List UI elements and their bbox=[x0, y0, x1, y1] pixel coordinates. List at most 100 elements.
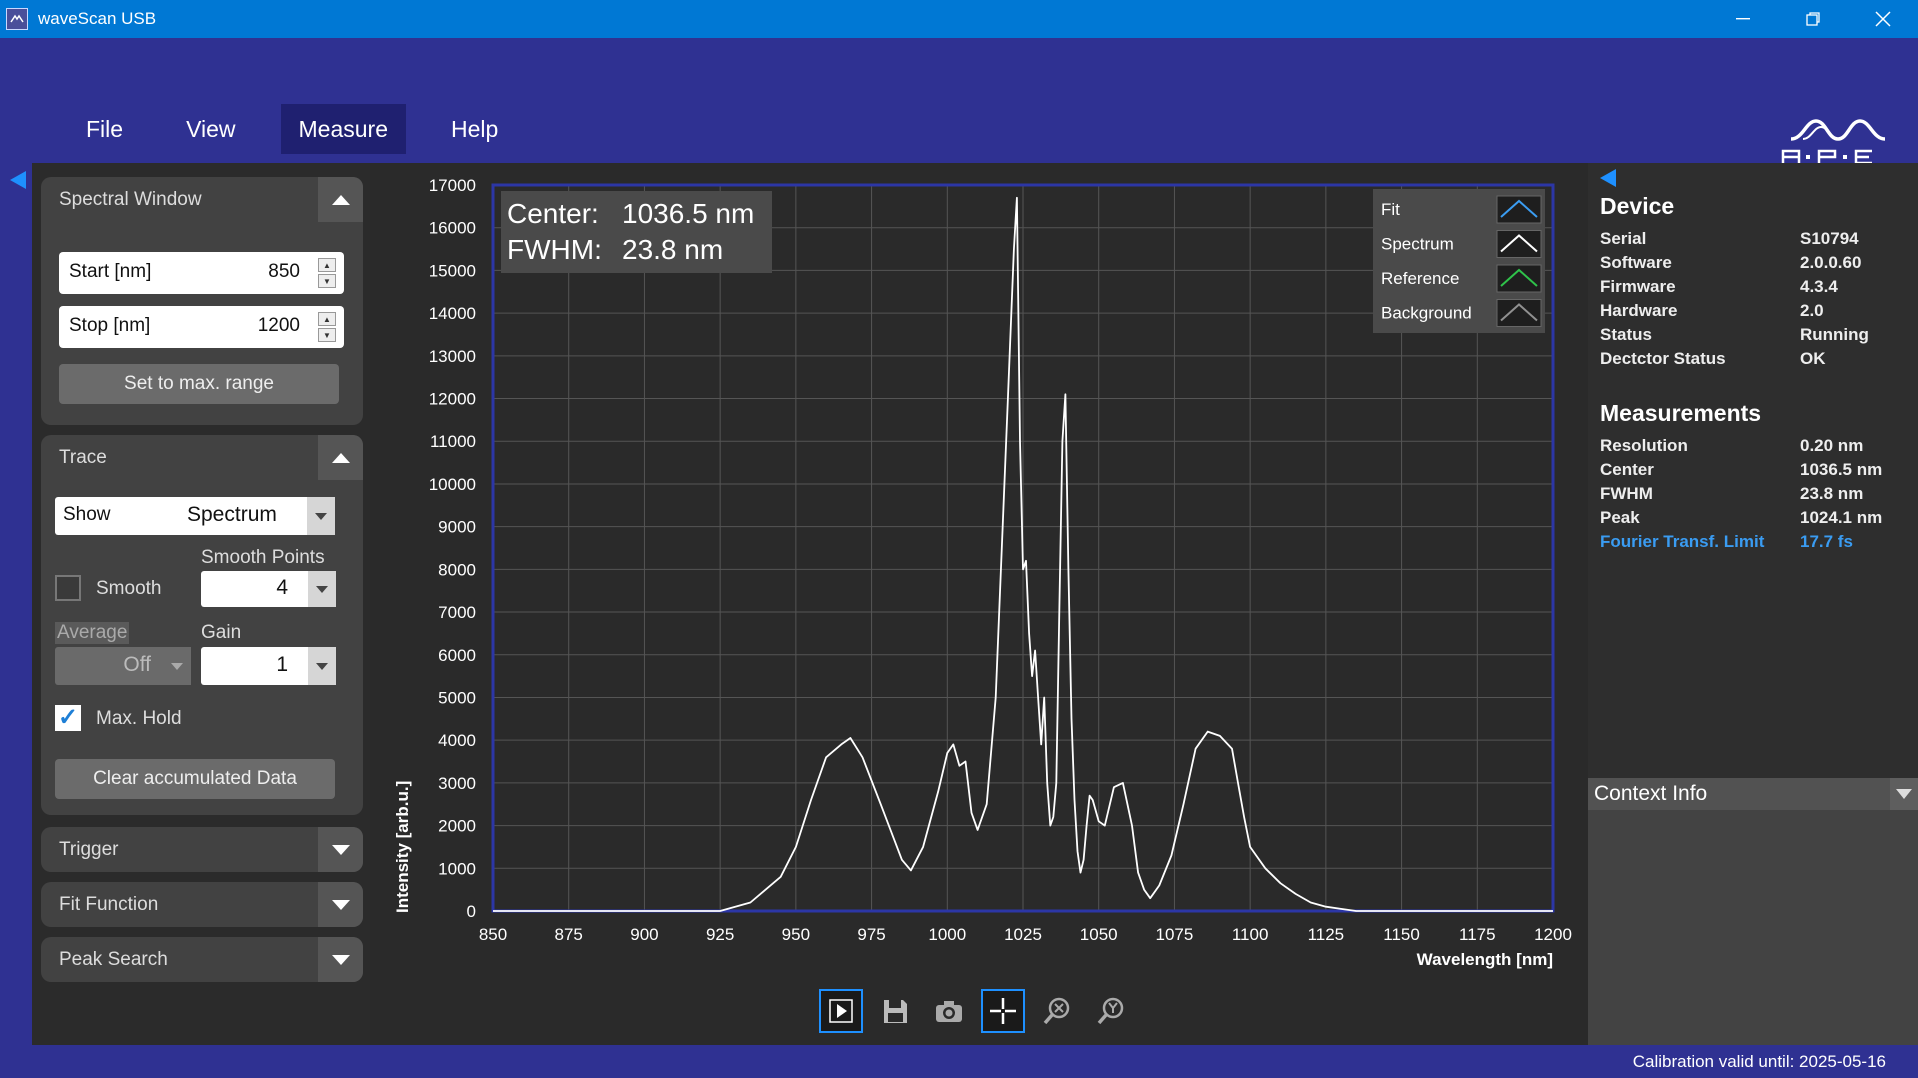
window-title: waveScan USB bbox=[38, 9, 157, 28]
section-title: Spectral Window bbox=[59, 189, 202, 210]
close-icon[interactable] bbox=[1848, 0, 1918, 38]
expand-peak-button[interactable] bbox=[318, 937, 363, 982]
chevron-down-icon bbox=[316, 662, 328, 670]
dropdown-button[interactable] bbox=[308, 571, 336, 607]
camera-icon[interactable] bbox=[927, 989, 971, 1033]
start-spinner[interactable]: ▲ ▼ bbox=[318, 257, 336, 289]
device-title: Device bbox=[1600, 193, 1675, 219]
trace-header[interactable]: Trace bbox=[41, 435, 363, 480]
menu-measure[interactable]: Measure bbox=[280, 104, 406, 154]
chevron-down-icon bbox=[315, 512, 327, 520]
x-tick-label: 1175 bbox=[1459, 925, 1496, 944]
crosshair-icon[interactable] bbox=[981, 989, 1025, 1033]
y-tick-label: 14000 bbox=[429, 304, 476, 323]
start-value[interactable]: 850 bbox=[268, 261, 300, 283]
expand-context-button[interactable] bbox=[1890, 778, 1918, 810]
title-bar: waveScan USB bbox=[0, 0, 1918, 38]
y-tick-label: 4000 bbox=[438, 731, 476, 750]
show-select[interactable]: Show Spectrum bbox=[55, 497, 335, 535]
y-tick-label: 13000 bbox=[429, 347, 476, 366]
x-tick-label: 1150 bbox=[1383, 925, 1420, 944]
y-tick-label: 5000 bbox=[438, 688, 476, 707]
collapse-spectral-button[interactable] bbox=[318, 177, 363, 222]
menu-view[interactable]: View bbox=[168, 104, 253, 154]
section-title: Trigger bbox=[59, 839, 119, 860]
max-hold-checkbox[interactable]: ✓ bbox=[55, 705, 81, 731]
info-key: Peak bbox=[1600, 508, 1640, 527]
save-icon[interactable] bbox=[873, 989, 917, 1033]
context-info-panel: Context Info bbox=[1588, 778, 1918, 1045]
smooth-checkbox[interactable] bbox=[55, 575, 81, 601]
stop-value[interactable]: 1200 bbox=[258, 315, 300, 337]
y-tick-label: 11000 bbox=[430, 432, 476, 451]
collapse-trace-button[interactable] bbox=[318, 435, 363, 480]
info-value: 23.8 nm bbox=[1800, 484, 1864, 503]
context-info-title: Context Info bbox=[1594, 782, 1708, 805]
y-axis-label: Intensity [arb.u.] bbox=[393, 781, 412, 913]
info-key: FWHM bbox=[1600, 484, 1653, 503]
zoom-y-icon[interactable] bbox=[1089, 989, 1133, 1033]
info-value: 17.7 fs bbox=[1800, 532, 1853, 551]
restore-icon[interactable] bbox=[1778, 0, 1848, 38]
legend-entry-label: Background bbox=[1381, 304, 1472, 323]
set-max-range-button[interactable]: Set to max. range bbox=[59, 364, 339, 404]
x-tick-label: 875 bbox=[555, 925, 583, 944]
play-icon[interactable] bbox=[819, 989, 863, 1033]
spin-up-icon[interactable]: ▲ bbox=[318, 312, 336, 326]
collapse-right-icon[interactable] bbox=[1600, 169, 1616, 187]
x-tick-label: 950 bbox=[782, 925, 810, 944]
x-tick-label: 975 bbox=[857, 925, 885, 944]
smooth-points-label: Smooth Points bbox=[201, 547, 325, 568]
section-title: Peak Search bbox=[59, 949, 168, 970]
x-tick-label: 925 bbox=[706, 925, 734, 944]
y-tick-label: 12000 bbox=[429, 390, 476, 409]
spectral-window-header[interactable]: Spectral Window bbox=[41, 177, 363, 222]
info-key: Status bbox=[1600, 325, 1652, 344]
spin-down-icon[interactable]: ▼ bbox=[318, 328, 336, 342]
menu-help[interactable]: Help bbox=[433, 104, 516, 154]
fwhm-annotation-value: 23.8 nm bbox=[622, 234, 723, 265]
spectrum-chart[interactable]: 850 875 900 925 950 975 1000 1025 1050 1075 1100 11… bbox=[370, 163, 1588, 989]
context-info-header[interactable]: Context Info bbox=[1588, 778, 1918, 810]
dropdown-button[interactable] bbox=[163, 647, 191, 685]
stop-spinner[interactable]: ▲ ▼ bbox=[318, 311, 336, 343]
expand-trigger-button[interactable] bbox=[318, 827, 363, 872]
fit-function-section[interactable]: Fit Function bbox=[41, 882, 363, 927]
y-tick-label: 17000 bbox=[429, 176, 476, 195]
legend-entry-label: Reference bbox=[1381, 269, 1459, 288]
menu-file[interactable]: File bbox=[68, 104, 141, 154]
average-value: Off bbox=[123, 653, 151, 676]
chevron-down-icon bbox=[316, 585, 328, 593]
zoom-x-icon[interactable] bbox=[1035, 989, 1079, 1033]
info-value: 1036.5 nm bbox=[1800, 460, 1883, 479]
y-tick-label: 6000 bbox=[438, 646, 476, 665]
info-key: Center bbox=[1600, 460, 1654, 479]
x-tick-label: 850 bbox=[479, 925, 507, 944]
fwhm-annotation-label: FWHM: bbox=[507, 234, 602, 265]
gain-select[interactable]: 1 bbox=[201, 647, 336, 685]
status-bar: Calibration valid until: 2025-05-16 bbox=[0, 1045, 1918, 1078]
y-tick-label: 3000 bbox=[438, 774, 476, 793]
clear-accumulated-button[interactable]: Clear accumulated Data bbox=[55, 759, 335, 799]
dropdown-button[interactable] bbox=[307, 497, 335, 535]
average-select[interactable]: Off bbox=[55, 647, 191, 685]
smooth-points-value: 4 bbox=[276, 576, 288, 599]
y-tick-label: 9000 bbox=[438, 518, 476, 537]
spin-down-icon[interactable]: ▼ bbox=[318, 274, 336, 288]
plot-toolbar bbox=[370, 989, 1588, 1037]
info-key: Resolution bbox=[1600, 436, 1688, 455]
expand-fit-button[interactable] bbox=[318, 882, 363, 927]
spin-up-icon[interactable]: ▲ bbox=[318, 258, 336, 272]
smooth-points-select[interactable]: 4 bbox=[201, 571, 336, 607]
show-label: Show bbox=[63, 504, 111, 525]
trigger-section[interactable]: Trigger bbox=[41, 827, 363, 872]
collapse-left-icon[interactable] bbox=[10, 171, 26, 189]
chevron-up-icon bbox=[331, 452, 350, 463]
start-field[interactable]: Start [nm] 850 ▲ ▼ bbox=[59, 252, 344, 294]
dropdown-button[interactable] bbox=[308, 647, 336, 685]
measurements-title: Measurements bbox=[1600, 400, 1762, 426]
info-key: Hardware bbox=[1600, 301, 1678, 320]
minimize-icon[interactable] bbox=[1708, 0, 1778, 38]
peak-search-section[interactable]: Peak Search bbox=[41, 937, 363, 982]
stop-field[interactable]: Stop [nm] 1200 ▲ ▼ bbox=[59, 306, 344, 348]
